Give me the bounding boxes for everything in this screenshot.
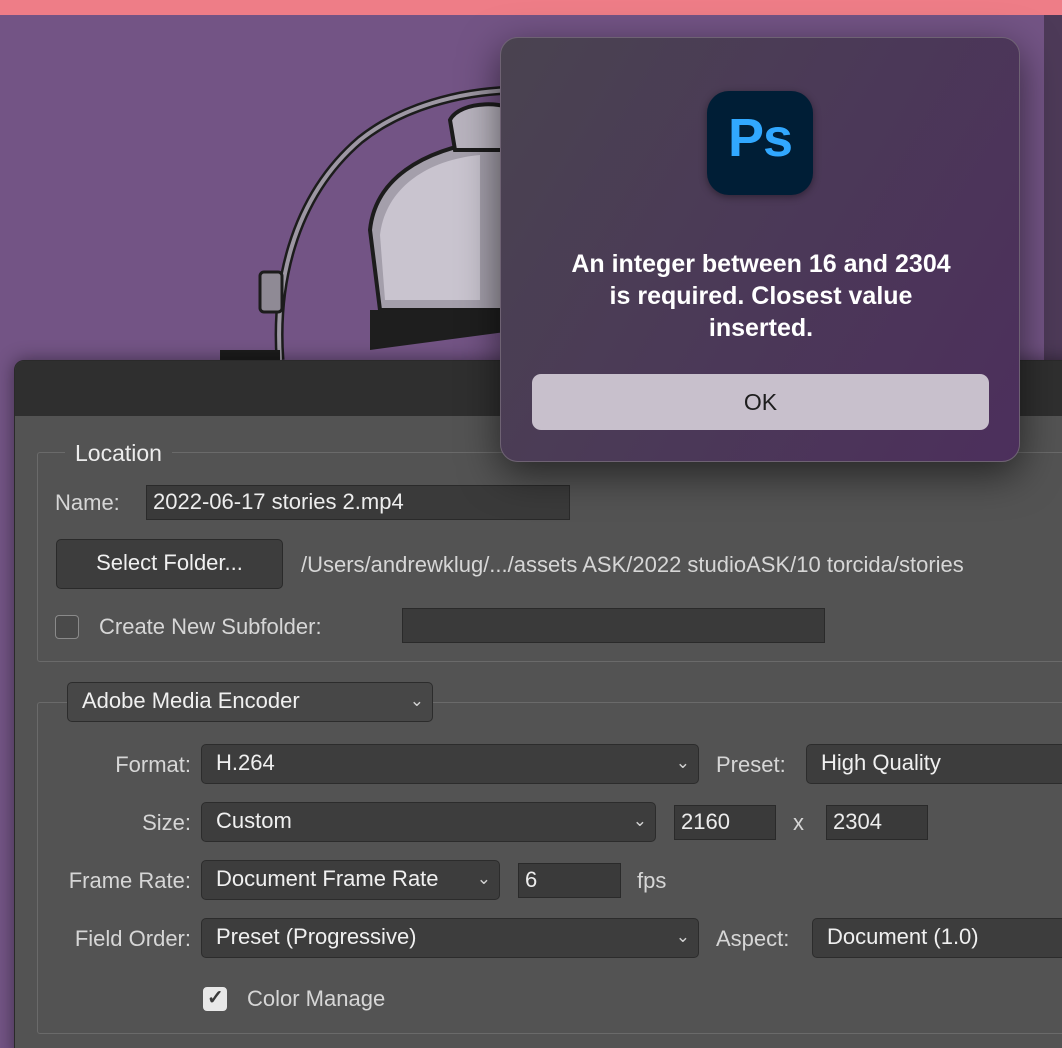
- render-video-dialog: Location Name: 2022-06-17 stories 2.mp4 …: [14, 360, 1062, 1048]
- alert-message-line-1: An integer between 16 and 2304: [571, 250, 951, 278]
- field-order-label: Field Order:: [74, 926, 191, 951]
- select-folder-button[interactable]: Select Folder...: [56, 539, 283, 589]
- location-legend: Location: [65, 438, 172, 468]
- size-select-value: Custom: [216, 808, 292, 833]
- size-x-separator: x: [793, 810, 804, 835]
- fps-field[interactable]: 6: [518, 863, 621, 898]
- renderer-select[interactable]: Adobe Media Encoder ⌄: [67, 682, 433, 722]
- preset-select-value: High Quality: [821, 750, 941, 775]
- width-field[interactable]: 2160: [674, 805, 776, 840]
- format-select-value: H.264: [216, 750, 275, 775]
- field-order-select[interactable]: Preset (Progressive) ⌄: [201, 918, 699, 958]
- renderer-select-value: Adobe Media Encoder: [82, 688, 300, 713]
- aspect-label: Aspect:: [716, 926, 790, 951]
- subfolder-field[interactable]: [402, 608, 825, 643]
- name-field[interactable]: 2022-06-17 stories 2.mp4: [146, 485, 570, 520]
- chevron-down-icon: ⌄: [632, 811, 647, 830]
- checkmark-icon: ✓: [207, 987, 224, 1009]
- frame-rate-select[interactable]: Document Frame Rate ⌄: [201, 860, 500, 900]
- artwork-illustration: [220, 85, 520, 370]
- error-alert-dialog: Ps An integer between 16 and 2304 is req…: [500, 37, 1020, 462]
- create-subfolder-label: Create New Subfolder:: [99, 614, 322, 639]
- chevron-down-icon: ⌄: [675, 753, 690, 772]
- field-order-select-value: Preset (Progressive): [216, 924, 417, 949]
- photoshop-icon-text: Ps: [727, 108, 793, 168]
- aspect-select[interactable]: Document (1.0): [812, 918, 1062, 958]
- frame-rate-select-value: Document Frame Rate: [216, 866, 439, 891]
- color-manage-checkbox[interactable]: ✓: [203, 987, 227, 1011]
- chevron-down-icon: ⌄: [476, 869, 491, 888]
- chevron-down-icon: ⌄: [675, 927, 690, 946]
- preset-label: Preset:: [716, 752, 786, 777]
- create-subfolder-checkbox[interactable]: [55, 615, 79, 639]
- document-edge-strip: [1044, 15, 1062, 375]
- format-label: Format:: [115, 752, 191, 777]
- alert-message-line-3: inserted.: [708, 314, 814, 342]
- name-label: Name:: [55, 490, 120, 515]
- alert-message: An integer between 16 and 2304 is requir…: [521, 248, 1001, 344]
- format-select[interactable]: H.264 ⌄: [201, 744, 699, 784]
- document-top-strip: [0, 0, 1062, 15]
- ok-button[interactable]: OK: [532, 374, 989, 430]
- fps-unit: fps: [637, 868, 667, 893]
- size-label: Size:: [142, 810, 191, 835]
- chevron-down-icon: ⌄: [409, 691, 424, 710]
- photoshop-app-icon: Ps: [707, 91, 813, 195]
- frame-rate-label: Frame Rate:: [68, 868, 191, 893]
- preset-select[interactable]: High Quality: [806, 744, 1062, 784]
- folder-path: /Users/andrewklug/.../assets ASK/2022 st…: [301, 552, 964, 577]
- color-manage-label: Color Manage: [247, 986, 386, 1011]
- height-field[interactable]: 2304: [826, 805, 928, 840]
- size-select[interactable]: Custom ⌄: [201, 802, 656, 842]
- aspect-select-value: Document (1.0): [827, 924, 979, 949]
- alert-message-line-2: is required. Closest value: [609, 282, 913, 310]
